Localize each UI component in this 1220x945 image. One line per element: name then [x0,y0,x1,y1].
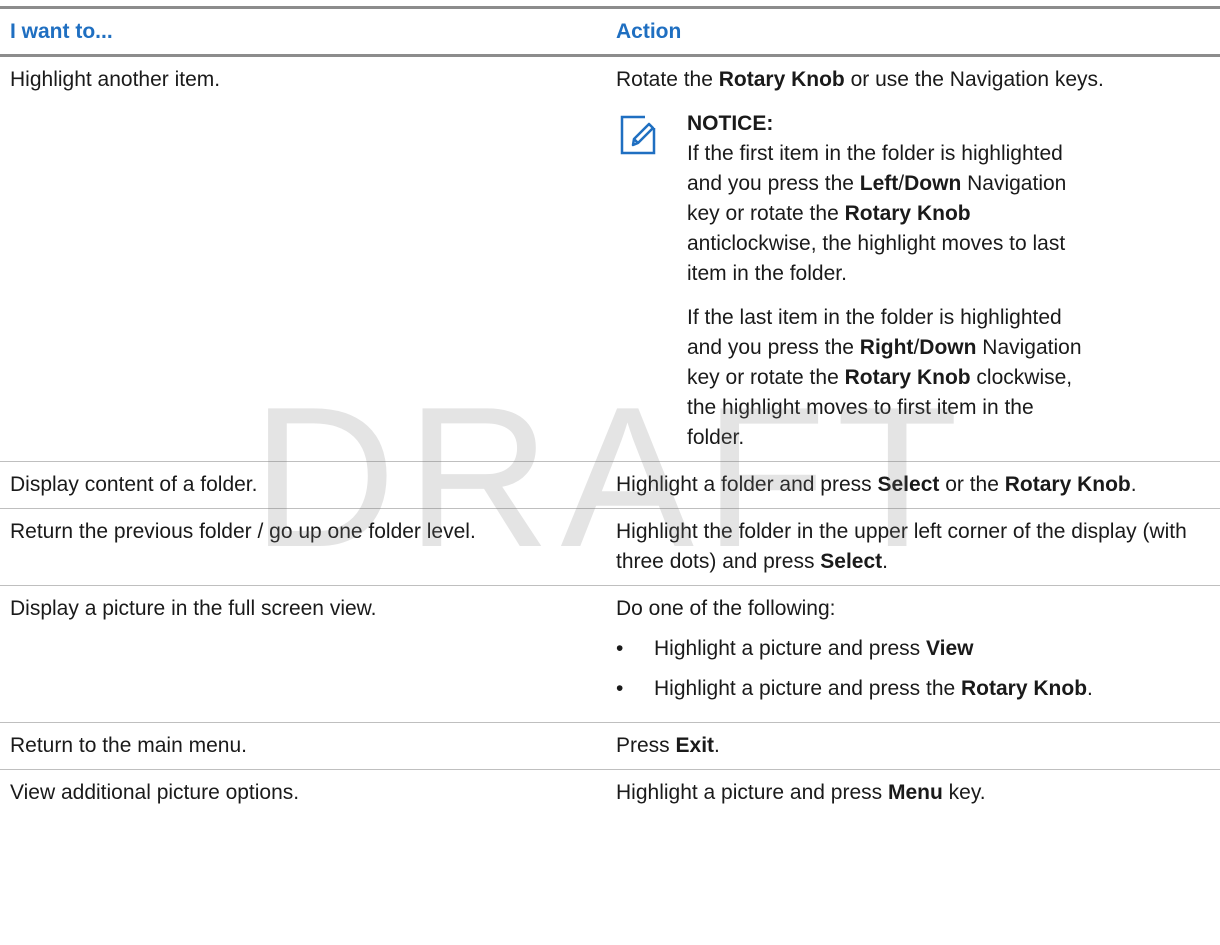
table-row: Return the previous folder / go up one f… [0,508,1220,586]
action-cell: Press Exit. [606,722,1220,770]
notice-icon [619,109,665,453]
action-text: Rotate the Rotary Knob or use the Naviga… [616,68,1104,91]
list-item: • Highlight a picture and press View [616,634,1210,664]
notice-box: NOTICE: If the first item in the folder … [616,109,1210,453]
action-text: Press Exit. [616,734,720,757]
column-header-want: I want to... [0,7,606,57]
column-header-action: Action [606,7,1220,57]
notice-paragraph-last-item: If the last item in the folder is highli… [687,306,1082,449]
bullet: • [616,677,624,700]
action-text: Highlight a picture and press Menu key. [616,781,986,804]
notice-title: NOTICE: [687,112,774,135]
action-cell: Do one of the following: • Highlight a pi… [606,585,1220,723]
table-row: Display a picture in the full screen vie… [0,585,1220,723]
options-list: • Highlight a picture and press View • Hig… [616,634,1210,704]
want-cell: Return the previous folder / go up one f… [0,508,606,586]
action-text: Highlight the folder in the upper left c… [616,520,1187,573]
action-text: Highlight a folder and press Select or t… [616,473,1137,496]
table-row: Display content of a folder. Highlight a… [0,461,1220,509]
want-cell: Return to the main menu. [0,722,606,770]
action-cell: Highlight a folder and press Select or t… [606,461,1220,509]
table-row: View additional picture options. Highlig… [0,770,1220,817]
action-cell: Highlight the folder in the upper left c… [606,508,1220,586]
list-item: • Highlight a picture and press the Rotar… [616,674,1210,704]
notice-paragraph-first-item: If the first item in the folder is highl… [687,142,1067,285]
bullet: • [616,637,624,660]
want-cell: View additional picture options. [10,781,300,804]
action-intro: Do one of the following: [616,597,836,620]
want-cell: Display content of a folder. [0,461,606,509]
procedure-table: I want to... Action Highlight another it… [0,6,1220,816]
table-row: Return to the main menu. Press Exit. [0,722,1220,770]
action-cell: Highlight a picture and press Menu key. [606,770,1220,817]
table-header-row: I want to... Action [0,7,1220,57]
want-cell: Display a picture in the full screen vie… [0,585,606,723]
table-row: Highlight another item. Rotate the Rotar… [0,55,1220,462]
notice-body: NOTICE: If the first item in the folder … [665,109,1210,453]
page: I want to... Action Highlight another it… [0,0,1220,945]
want-cell: Highlight another item. [0,55,606,462]
action-cell: Rotate the Rotary Knob or use the Naviga… [606,55,1220,462]
